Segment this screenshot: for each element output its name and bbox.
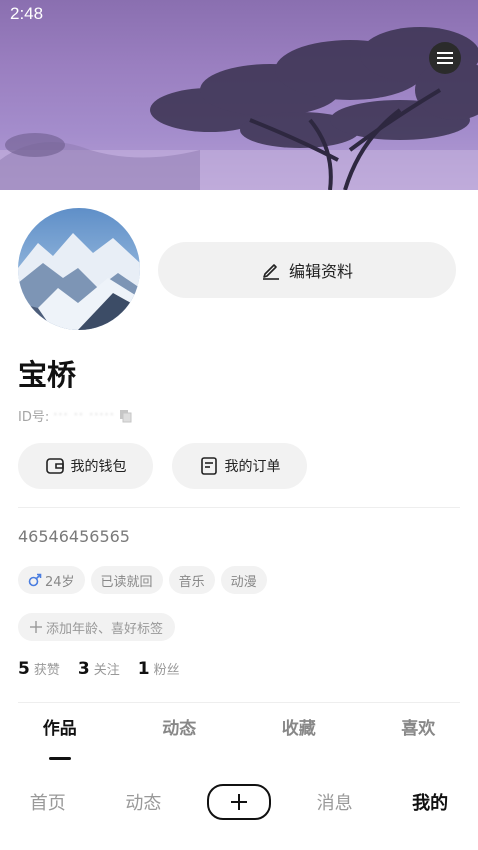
divider bbox=[18, 702, 460, 703]
tag-age[interactable]: 24岁 bbox=[18, 566, 85, 594]
stat-label: 获赞 bbox=[33, 663, 60, 678]
stat-label: 关注 bbox=[93, 663, 120, 678]
hamburger-icon bbox=[437, 52, 453, 64]
id-value: ··· ·· ····· bbox=[53, 408, 115, 423]
content-tabs: 作品 动态 收藏 喜欢 bbox=[0, 714, 478, 760]
tab-label: 作品 bbox=[42, 719, 77, 739]
tag-item[interactable]: 动漫 bbox=[220, 566, 267, 594]
stat-number: 5 bbox=[18, 659, 30, 679]
nav-home[interactable]: 首页 bbox=[0, 789, 96, 815]
bottom-nav: 首页 动态 消息 我的 bbox=[0, 774, 478, 830]
active-tab-indicator bbox=[48, 757, 71, 760]
stat-number: 3 bbox=[77, 659, 90, 679]
tag-item[interactable]: 已读就回 bbox=[90, 566, 163, 594]
create-button[interactable] bbox=[206, 784, 271, 820]
tab-label: 动态 bbox=[162, 719, 197, 739]
wallet-icon bbox=[45, 458, 64, 474]
plus-icon bbox=[230, 794, 247, 810]
id-prefix: ID号: bbox=[18, 410, 50, 425]
tab-likes[interactable]: 喜欢 bbox=[359, 714, 478, 758]
tab-dynamics[interactable]: 动态 bbox=[120, 714, 240, 758]
tag-label: 动漫 bbox=[230, 574, 257, 590]
profile-name: 宝桥 bbox=[18, 358, 77, 392]
wallet-button[interactable]: 我的钱包 bbox=[18, 443, 153, 489]
tab-label: 喜欢 bbox=[401, 719, 436, 739]
add-tag-button[interactable]: 添加年龄、喜好标签 bbox=[18, 613, 176, 641]
orders-label: 我的订单 bbox=[224, 459, 281, 475]
tag-item[interactable]: 音乐 bbox=[168, 566, 215, 594]
edit-profile-button[interactable]: 编辑资料 bbox=[158, 242, 456, 298]
tab-works[interactable]: 作品 bbox=[0, 714, 120, 760]
orders-button[interactable]: 我的订单 bbox=[172, 443, 307, 489]
stat-number: 1 bbox=[137, 659, 150, 679]
stat-likes[interactable]: 5 获赞 bbox=[18, 659, 60, 679]
profile-id: ID号: ··· ·· ····· bbox=[18, 406, 133, 425]
avatar[interactable] bbox=[18, 208, 140, 330]
stat-following[interactable]: 3 关注 bbox=[78, 659, 120, 679]
tag-label: 24岁 bbox=[45, 574, 75, 590]
nav-create[interactable] bbox=[191, 784, 287, 820]
tag-label: 音乐 bbox=[178, 574, 205, 590]
stat-label: 粉丝 bbox=[153, 663, 180, 678]
tab-favorites[interactable]: 收藏 bbox=[239, 714, 359, 758]
menu-button[interactable] bbox=[429, 42, 461, 74]
wallet-label: 我的钱包 bbox=[70, 459, 127, 475]
nav-feed[interactable]: 动态 bbox=[96, 789, 192, 815]
status-time: 2:48 bbox=[10, 4, 44, 23]
avatar-mountain-image bbox=[18, 208, 140, 330]
tab-label: 收藏 bbox=[281, 719, 316, 739]
divider bbox=[18, 507, 460, 508]
profile-bio: 46546456565 bbox=[18, 527, 130, 546]
pencil-icon bbox=[262, 264, 279, 280]
nav-messages[interactable]: 消息 bbox=[287, 789, 383, 815]
tag-label: 已读就回 bbox=[100, 574, 153, 590]
edit-profile-label: 编辑资料 bbox=[288, 262, 353, 281]
stat-fans[interactable]: 1 粉丝 bbox=[138, 659, 180, 679]
nav-mine[interactable]: 我的 bbox=[382, 789, 478, 815]
male-icon bbox=[28, 573, 42, 587]
profile-stats: 5 获赞 3 关注 1 粉丝 bbox=[18, 659, 180, 679]
profile-banner[interactable] bbox=[0, 0, 478, 190]
profile-tags: 24岁 已读就回 音乐 动漫 bbox=[18, 566, 267, 594]
plus-icon bbox=[30, 621, 42, 633]
order-icon bbox=[200, 457, 217, 475]
tree-silhouette bbox=[0, 27, 478, 190]
add-tag-label: 添加年龄、喜好标签 bbox=[46, 621, 164, 637]
copy-icon[interactable] bbox=[119, 409, 133, 423]
